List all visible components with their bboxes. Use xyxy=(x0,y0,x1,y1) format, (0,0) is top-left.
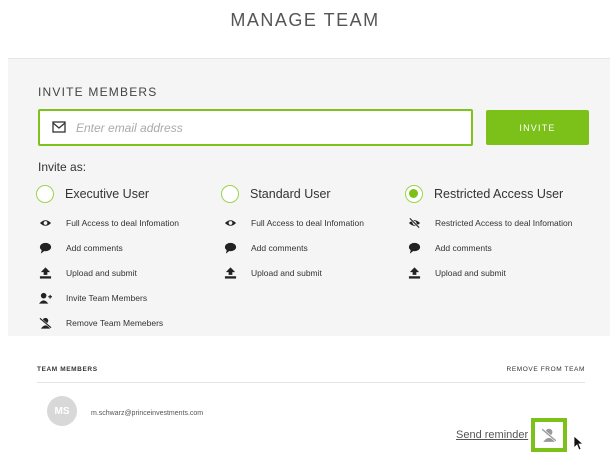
permission-item: Remove Team Memebers xyxy=(36,310,179,335)
team-members-title: TEAM MEMBERS xyxy=(37,366,98,373)
permission-list: Full Access to deal Infomation Add comme… xyxy=(36,210,179,335)
upload-icon xyxy=(39,266,52,279)
add-user-icon xyxy=(39,292,52,304)
role-column-standard: Standard User Full Access to deal Infoma… xyxy=(221,183,364,285)
radio-restricted[interactable] xyxy=(405,185,423,203)
permission-item: Full Access to deal Infomation xyxy=(221,210,364,235)
remove-user-icon xyxy=(39,317,52,329)
avatar: MS xyxy=(47,396,77,426)
permission-item: Add comments xyxy=(405,235,573,260)
role-column-restricted: Restricted Access User Restricted Access… xyxy=(405,183,573,285)
role-option-standard[interactable]: Standard User xyxy=(221,183,364,205)
email-input[interactable] xyxy=(76,117,456,139)
role-option-restricted[interactable]: Restricted Access User xyxy=(405,183,573,205)
role-column-executive: Executive User Full Access to deal Infom… xyxy=(36,183,179,335)
role-label: Executive User xyxy=(65,187,150,201)
permission-list: Restricted Access to deal Infomation Add… xyxy=(405,210,573,285)
comment-icon xyxy=(408,242,421,254)
role-label: Restricted Access User xyxy=(434,187,564,201)
upload-icon xyxy=(408,266,421,279)
team-member-row: MS m.schwarz@princeinvestments.com Send … xyxy=(47,396,587,452)
eye-slash-icon xyxy=(408,217,421,228)
permission-item: Upload and submit xyxy=(221,260,364,285)
remove-user-icon xyxy=(541,428,557,442)
invite-button[interactable]: INVITE xyxy=(486,110,589,145)
radio-executive[interactable] xyxy=(36,185,54,203)
invite-as-label: Invite as: xyxy=(38,160,87,174)
permission-item: Restricted Access to deal Infomation xyxy=(405,210,573,235)
permission-item: Upload and submit xyxy=(405,260,573,285)
radio-standard[interactable] xyxy=(221,185,239,203)
role-option-executive[interactable]: Executive User xyxy=(36,183,179,205)
member-email: m.schwarz@princeinvestments.com xyxy=(91,410,204,417)
email-field-wrapper[interactable] xyxy=(38,109,473,146)
send-reminder-link[interactable]: Send reminder xyxy=(456,429,528,441)
comment-icon xyxy=(224,242,237,254)
eye-icon xyxy=(224,219,237,226)
invite-heading: INVITE MEMBERS xyxy=(38,85,158,99)
comment-icon xyxy=(39,242,52,254)
remove-member-button[interactable] xyxy=(531,418,567,452)
permission-item: Full Access to deal Infomation xyxy=(36,210,179,235)
mail-icon xyxy=(52,121,66,133)
invite-panel: INVITE MEMBERS INVITE Invite as: Executi… xyxy=(8,58,610,336)
permission-list: Full Access to deal Infomation Add comme… xyxy=(221,210,364,285)
permission-item: Invite Team Members xyxy=(36,285,179,310)
remove-from-team-link[interactable]: REMOVE FROM TEAM xyxy=(507,366,585,373)
mouse-cursor-icon xyxy=(574,436,584,450)
role-label: Standard User xyxy=(250,187,331,201)
page-title: MANAGE TEAM xyxy=(230,10,380,30)
permission-item: Upload and submit xyxy=(36,260,179,285)
permission-item: Add comments xyxy=(221,235,364,260)
team-members-header: TEAM MEMBERS REMOVE FROM TEAM xyxy=(37,366,585,383)
upload-icon xyxy=(224,266,237,279)
eye-icon xyxy=(39,219,52,226)
permission-item: Add comments xyxy=(36,235,179,260)
